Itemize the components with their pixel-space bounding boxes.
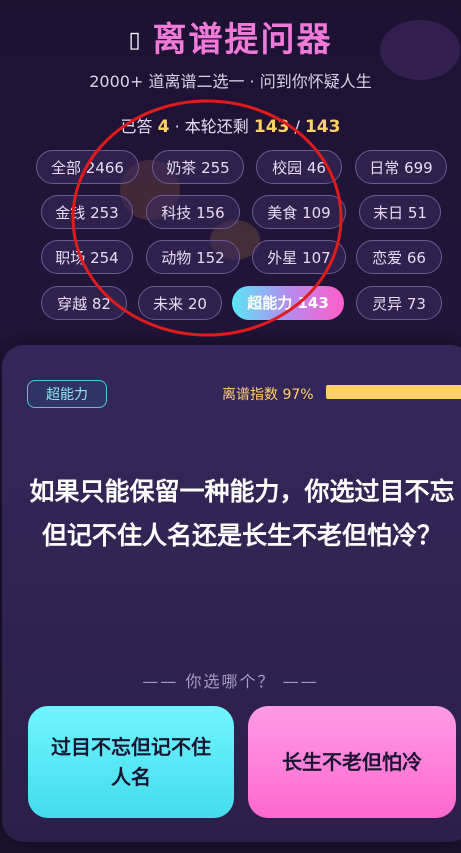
category-chip[interactable]: 灵异 73 [356, 286, 442, 320]
category-chip[interactable]: 末日 51 [359, 195, 441, 229]
absurdity-bar-fill [326, 385, 461, 399]
annotation-circle [71, 99, 343, 337]
category-chip[interactable]: 日常 699 [355, 150, 447, 184]
question-text: 如果只能保留一种能力，你选过目不忘但记不住人名还是长生不老但怕冷？ [29, 477, 455, 550]
app-title: ▯ 离谱提问器 [0, 12, 461, 61]
option-a-button[interactable]: 过目不忘但记不住人名 [28, 706, 234, 818]
app-logo-icon: ▯ [128, 28, 143, 53]
app-title-text: 离谱提问器 [152, 20, 333, 60]
annotation-ellipse [71, 99, 343, 337]
absurdity-label: 离谱指数 97% [222, 387, 314, 403]
category-chip[interactable]: 恋爱 66 [356, 240, 442, 274]
absurdity-bar [326, 385, 461, 399]
option-b-button[interactable]: 长生不老但怕冷 [248, 706, 456, 818]
category-tag: 超能力 [27, 380, 107, 408]
option-a-label: 过目不忘但记不住人名 [51, 735, 211, 789]
choose-prompt: —— 你选哪个？ —— [142, 672, 319, 691]
option-b-label: 长生不老但怕冷 [282, 750, 422, 774]
app-subtitle: 2000+ 道离谱二选一 · 问到你怀疑人生 [89, 72, 372, 91]
